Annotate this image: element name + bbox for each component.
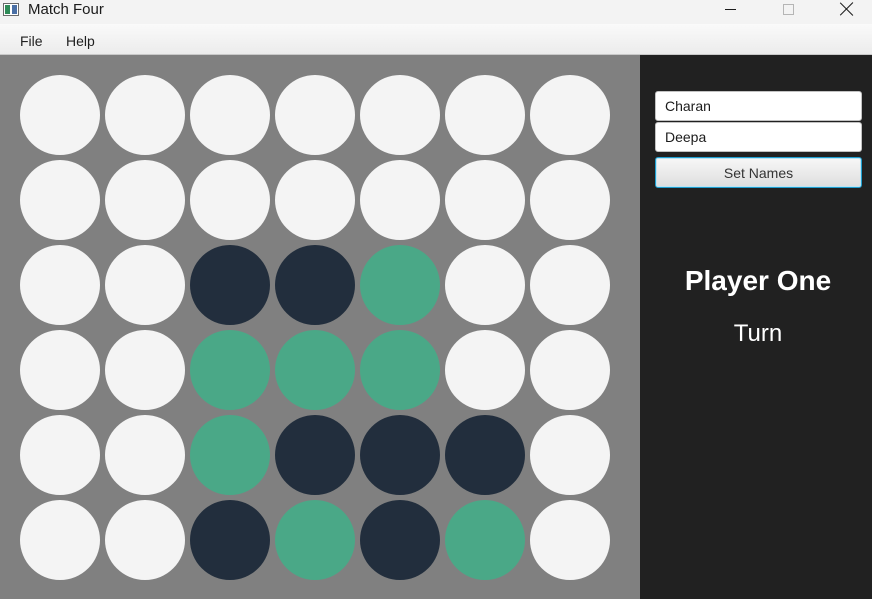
empty-slot[interactable] — [530, 75, 610, 155]
maximize-button[interactable] — [759, 0, 817, 24]
empty-slot[interactable] — [190, 75, 270, 155]
empty-slot[interactable] — [530, 160, 610, 240]
empty-slot[interactable] — [105, 160, 185, 240]
green-disc[interactable] — [445, 500, 525, 580]
dark-disc[interactable] — [275, 245, 355, 325]
empty-slot[interactable] — [20, 160, 100, 240]
empty-slot[interactable] — [445, 75, 525, 155]
empty-slot[interactable] — [105, 75, 185, 155]
close-button[interactable] — [818, 0, 872, 24]
green-disc[interactable] — [190, 330, 270, 410]
empty-slot[interactable] — [445, 160, 525, 240]
menu-file[interactable]: File — [20, 33, 43, 49]
window-title: Match Four — [28, 1, 104, 18]
title-bar[interactable]: Match Four — [0, 0, 872, 24]
minimize-button[interactable] — [701, 0, 759, 24]
menu-help[interactable]: Help — [66, 33, 95, 49]
app-icon — [3, 3, 19, 16]
sidebar-panel: Set Names Player One Turn — [640, 55, 872, 599]
empty-slot[interactable] — [20, 75, 100, 155]
turn-label: Turn — [733, 320, 783, 347]
empty-slot[interactable] — [530, 500, 610, 580]
empty-slot[interactable] — [20, 330, 100, 410]
empty-slot[interactable] — [105, 330, 185, 410]
empty-slot[interactable] — [360, 75, 440, 155]
player-two-name-input[interactable] — [655, 122, 862, 152]
green-disc[interactable] — [275, 330, 355, 410]
minimize-icon — [724, 8, 736, 10]
green-disc[interactable] — [190, 415, 270, 495]
dark-disc[interactable] — [360, 500, 440, 580]
empty-slot[interactable] — [445, 330, 525, 410]
close-icon — [840, 2, 854, 16]
game-board — [0, 55, 640, 599]
menu-bar: File Help — [0, 24, 872, 55]
dark-disc[interactable] — [445, 415, 525, 495]
empty-slot[interactable] — [190, 160, 270, 240]
maximize-icon — [782, 3, 794, 15]
empty-slot[interactable] — [20, 245, 100, 325]
empty-slot[interactable] — [445, 245, 525, 325]
empty-slot[interactable] — [275, 160, 355, 240]
current-player-label: Player One — [684, 265, 832, 296]
green-disc[interactable] — [360, 245, 440, 325]
empty-slot[interactable] — [105, 415, 185, 495]
dark-disc[interactable] — [275, 415, 355, 495]
dark-disc[interactable] — [190, 245, 270, 325]
dark-disc[interactable] — [360, 415, 440, 495]
green-disc[interactable] — [275, 500, 355, 580]
empty-slot[interactable] — [530, 330, 610, 410]
player-one-name-input[interactable] — [655, 91, 862, 121]
dark-disc[interactable] — [190, 500, 270, 580]
empty-slot[interactable] — [530, 245, 610, 325]
empty-slot[interactable] — [105, 500, 185, 580]
set-names-button[interactable]: Set Names — [655, 157, 862, 188]
empty-slot[interactable] — [530, 415, 610, 495]
empty-slot[interactable] — [275, 75, 355, 155]
green-disc[interactable] — [360, 330, 440, 410]
empty-slot[interactable] — [360, 160, 440, 240]
app-window: Match Four File Help Set Names Player On… — [0, 0, 872, 599]
empty-slot[interactable] — [20, 500, 100, 580]
empty-slot[interactable] — [20, 415, 100, 495]
empty-slot[interactable] — [105, 245, 185, 325]
